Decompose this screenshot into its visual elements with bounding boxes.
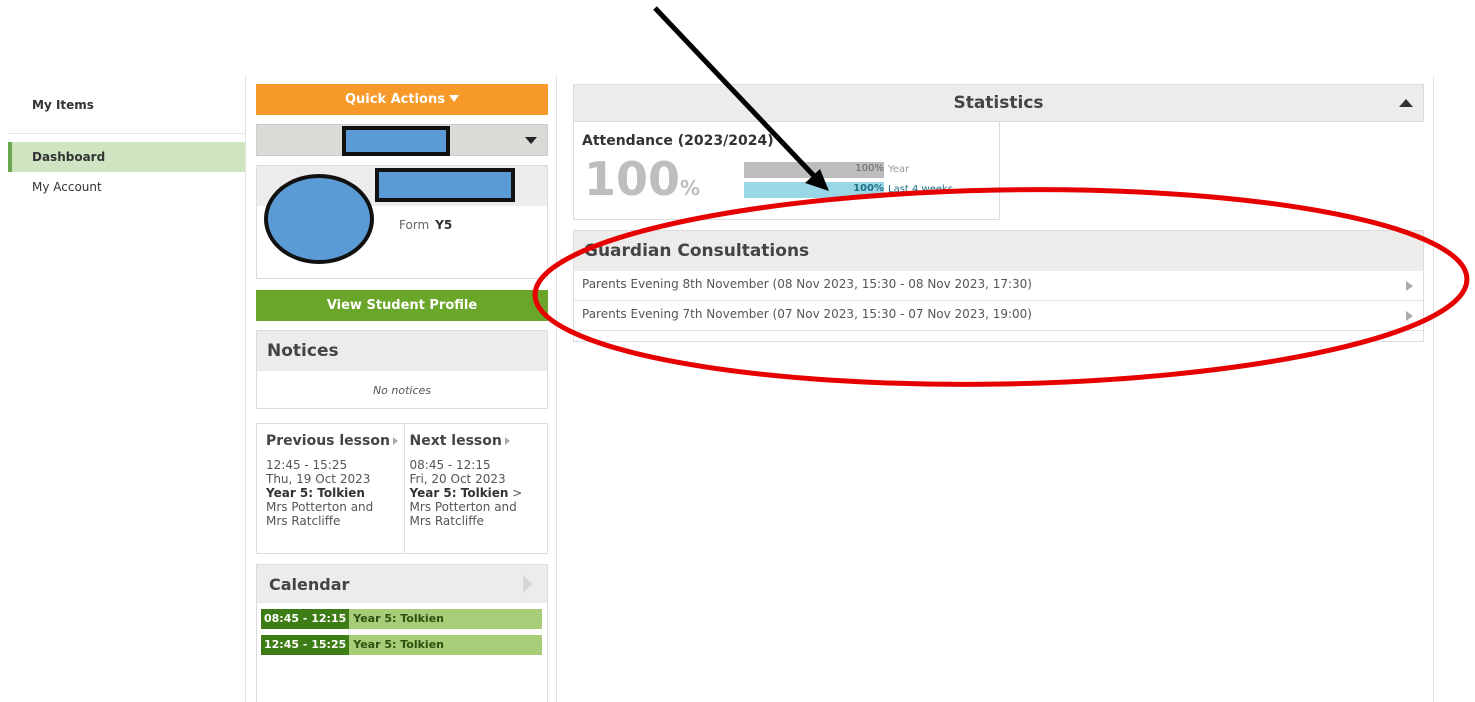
form-value: Y5 <box>435 218 453 232</box>
next-lesson-time: 08:45 - 12:15 <box>409 458 491 472</box>
chevron-down-icon <box>525 137 537 144</box>
redacted-student-fullname <box>375 168 515 202</box>
collapse-up-icon[interactable] <box>1399 99 1413 107</box>
sidebar-item-dashboard[interactable]: Dashboard <box>8 142 245 172</box>
previous-lesson-title: Previous lesson <box>266 433 390 449</box>
statistics-title: Statistics <box>953 93 1044 113</box>
lessons-panel: Previous lesson 12:45 - 15:25 Thu, 19 Oc… <box>256 423 548 554</box>
next-lesson-title: Next lesson <box>409 433 502 449</box>
calendar-panel: Calendar 08:45 - 12:15 Year 5: Tolkien 1… <box>256 564 548 702</box>
form-label: Form <box>399 218 430 232</box>
consultation-list-item[interactable]: Parents Evening 8th November (08 Nov 202… <box>574 271 1423 301</box>
no-notices-text: No notices <box>372 384 432 397</box>
notices-panel: Notices No notices <box>256 330 548 409</box>
previous-lesson-date: Thu, 19 Oct 2023 <box>266 472 371 486</box>
caret-down-icon <box>449 95 459 102</box>
attendance-card: Attendance (2023/2024) 100% 100% Year 10… <box>573 122 1000 220</box>
quick-actions-label: Quick Actions <box>344 92 445 107</box>
calendar-title: Calendar <box>269 575 350 594</box>
sidebar-item-my-account[interactable]: My Account <box>8 172 245 202</box>
calendar-event-title: Year 5: Tolkien <box>353 612 444 625</box>
quick-actions-button[interactable]: Quick Actions <box>256 84 548 115</box>
previous-lesson[interactable]: Previous lesson 12:45 - 15:25 Thu, 19 Oc… <box>257 424 404 553</box>
attendance-bar-last-4-weeks: 100% Last 4 weeks <box>744 182 953 198</box>
left-nav: My Items Dashboard My Account <box>8 76 246 702</box>
student-profile-card: Form Y5 <box>256 165 548 279</box>
next-lesson-subject: Year 5: Tolkien <box>409 486 509 500</box>
calendar-event[interactable]: 08:45 - 12:15 Year 5: Tolkien <box>261 609 542 629</box>
student-column: Quick Actions Form Y5 View Student Profil… <box>256 84 548 702</box>
attendance-bar-label: Year <box>888 164 910 175</box>
redacted-student-name <box>342 126 450 156</box>
view-student-profile-button[interactable]: View Student Profile <box>256 290 548 321</box>
previous-lesson-time: 12:45 - 15:25 <box>266 458 348 472</box>
chevron-right-icon <box>1406 281 1413 291</box>
attendance-bar-value: 100% <box>853 183 884 194</box>
attendance-bar-label: Last 4 weeks <box>888 184 954 195</box>
attendance-bar-year: 100% Year <box>744 162 909 178</box>
consultation-list-item[interactable]: Parents Evening 7th November (07 Nov 202… <box>574 301 1423 331</box>
calendar-event-time: 08:45 - 12:15 <box>261 609 350 629</box>
student-selector-dropdown[interactable] <box>256 124 548 156</box>
next-lesson-date: Fri, 20 Oct 2023 <box>409 472 506 486</box>
avatar <box>264 174 374 264</box>
next-lesson-subject-suffix: > <box>508 486 523 500</box>
attendance-bar-value: 100% <box>855 163 884 174</box>
notices-title: Notices <box>257 331 547 371</box>
chevron-right-icon <box>504 437 510 445</box>
previous-lesson-teacher-2: Mrs Ratcliffe <box>266 514 341 528</box>
attendance-number: 100 <box>584 152 681 206</box>
guardian-consultations-panel: Guardian Consultations Parents Evening 8… <box>573 230 1424 342</box>
attendance-title: Attendance (2023/2024) <box>582 133 774 149</box>
calendar-next-arrow-icon[interactable] <box>523 575 533 593</box>
previous-lesson-teacher-1: Mrs Potterton and <box>266 500 374 514</box>
chevron-right-icon <box>1406 311 1413 321</box>
calendar-event-title: Year 5: Tolkien <box>353 638 444 651</box>
attendance-value: 100% <box>584 154 700 213</box>
previous-lesson-subject: Year 5: Tolkien <box>266 486 365 500</box>
next-lesson-teacher-1: Mrs Potterton and <box>409 500 517 514</box>
attendance-unit: % <box>680 176 701 200</box>
next-lesson-teacher-2: Mrs Ratcliffe <box>409 514 484 528</box>
consultation-label: Parents Evening 8th November (08 Nov 202… <box>582 277 1032 291</box>
my-items-header: My Items <box>8 76 245 134</box>
form-info: Form Y5 <box>399 218 452 232</box>
main-content: Statistics Attendance (2023/2024) 100% 1… <box>556 76 1434 702</box>
consultation-label: Parents Evening 7th November (07 Nov 202… <box>582 307 1032 321</box>
next-lesson[interactable]: Next lesson 08:45 - 12:15 Fri, 20 Oct 20… <box>403 424 548 553</box>
calendar-event[interactable]: 12:45 - 15:25 Year 5: Tolkien <box>261 635 542 655</box>
guardian-consultations-title: Guardian Consultations <box>574 231 1423 271</box>
chevron-right-icon <box>392 437 398 445</box>
statistics-header: Statistics <box>573 84 1424 122</box>
calendar-event-time: 12:45 - 15:25 <box>261 635 350 655</box>
